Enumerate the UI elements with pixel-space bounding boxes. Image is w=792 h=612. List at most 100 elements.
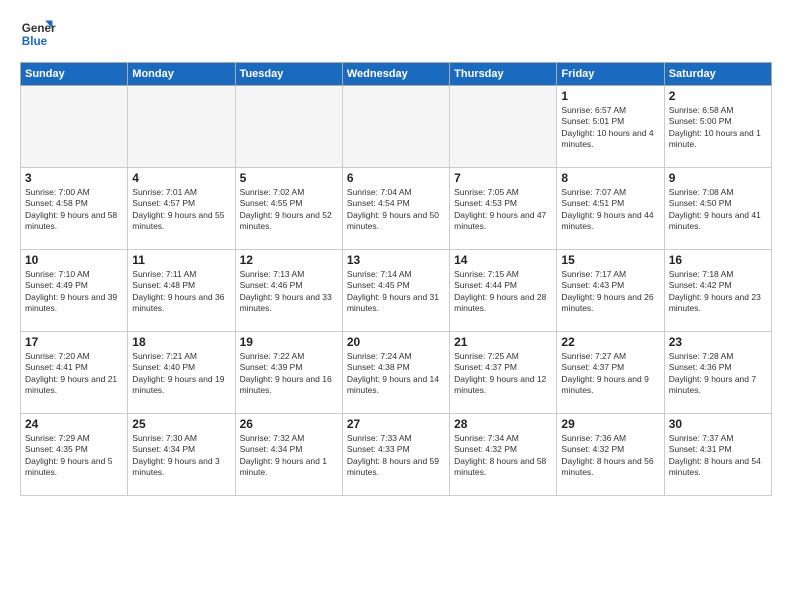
- day-number: 1: [561, 89, 659, 103]
- day-info: Sunrise: 7:15 AMSunset: 4:44 PMDaylight:…: [454, 269, 552, 315]
- weekday-header-row: SundayMondayTuesdayWednesdayThursdayFrid…: [21, 63, 772, 86]
- calendar-day-cell: 6Sunrise: 7:04 AMSunset: 4:54 PMDaylight…: [342, 168, 449, 250]
- day-number: 25: [132, 417, 230, 431]
- day-number: 28: [454, 417, 552, 431]
- day-info: Sunrise: 7:00 AMSunset: 4:58 PMDaylight:…: [25, 187, 123, 233]
- calendar-day-cell: 8 Sunrise: 7:07 AMSunset: 4:51 PMDaylight…: [557, 168, 664, 250]
- calendar-day-cell: [342, 86, 449, 168]
- calendar-week-row: 1 Sunrise: 6:57 AMSunset: 5:01 PMDaylight…: [21, 86, 772, 168]
- day-info: Sunrise: 7:21 AMSunset: 4:40 PMDaylight:…: [132, 351, 230, 397]
- day-info: Sunrise: 7:30 AMSunset: 4:34 PMDaylight:…: [132, 433, 230, 479]
- weekday-header: Friday: [557, 63, 664, 86]
- day-info: Sunrise: 7:02 AMSunset: 4:55 PMDaylight:…: [240, 187, 338, 233]
- day-number: 21: [454, 335, 552, 349]
- calendar-day-cell: 22Sunrise: 7:27 AMSunset: 4:37 PMDayligh…: [557, 332, 664, 414]
- calendar-day-cell: 5 Sunrise: 7:02 AMSunset: 4:55 PMDaylight…: [235, 168, 342, 250]
- day-info: Sunrise: 7:08 AMSunset: 4:50 PMDaylight:…: [669, 187, 767, 233]
- day-info: Sunrise: 7:25 AMSunset: 4:37 PMDaylight:…: [454, 351, 552, 397]
- day-info: Sunrise: 7:05 AMSunset: 4:53 PMDaylight:…: [454, 187, 552, 233]
- day-info: Sunrise: 7:37 AMSunset: 4:31 PMDaylight:…: [669, 433, 767, 479]
- day-number: 6: [347, 171, 445, 185]
- day-info: Sunrise: 7:32 AMSunset: 4:34 PMDaylight:…: [240, 433, 338, 479]
- day-number: 11: [132, 253, 230, 267]
- weekday-header: Tuesday: [235, 63, 342, 86]
- calendar-day-cell: 21 Sunrise: 7:25 AMSunset: 4:37 PMDayligh…: [450, 332, 557, 414]
- day-info: Sunrise: 7:28 AMSunset: 4:36 PMDaylight:…: [669, 351, 767, 397]
- day-info: Sunrise: 7:14 AMSunset: 4:45 PMDaylight:…: [347, 269, 445, 315]
- calendar-day-cell: 19Sunrise: 7:22 AMSunset: 4:39 PMDayligh…: [235, 332, 342, 414]
- logo: General Blue: [20, 16, 56, 52]
- day-number: 12: [240, 253, 338, 267]
- day-number: 16: [669, 253, 767, 267]
- day-number: 27: [347, 417, 445, 431]
- calendar-day-cell: 10 Sunrise: 7:10 AMSunset: 4:49 PMDayligh…: [21, 250, 128, 332]
- day-info: Sunrise: 7:17 AMSunset: 4:43 PMDaylight:…: [561, 269, 659, 315]
- svg-text:Blue: Blue: [22, 35, 48, 48]
- day-info: Sunrise: 7:33 AMSunset: 4:33 PMDaylight:…: [347, 433, 445, 479]
- day-number: 24: [25, 417, 123, 431]
- calendar-day-cell: 16 Sunrise: 7:18 AMSunset: 4:42 PMDayligh…: [664, 250, 771, 332]
- calendar-day-cell: 23 Sunrise: 7:28 AMSunset: 4:36 PMDayligh…: [664, 332, 771, 414]
- calendar-week-row: 3 Sunrise: 7:00 AMSunset: 4:58 PMDaylight…: [21, 168, 772, 250]
- calendar-day-cell: 15Sunrise: 7:17 AMSunset: 4:43 PMDayligh…: [557, 250, 664, 332]
- page-header: General Blue: [20, 16, 772, 52]
- day-number: 30: [669, 417, 767, 431]
- day-info: Sunrise: 7:29 AMSunset: 4:35 PMDaylight:…: [25, 433, 123, 479]
- day-number: 3: [25, 171, 123, 185]
- day-info: Sunrise: 7:10 AMSunset: 4:49 PMDaylight:…: [25, 269, 123, 315]
- weekday-header: Thursday: [450, 63, 557, 86]
- calendar-week-row: 17 Sunrise: 7:20 AMSunset: 4:41 PMDayligh…: [21, 332, 772, 414]
- day-number: 23: [669, 335, 767, 349]
- day-info: Sunrise: 7:20 AMSunset: 4:41 PMDaylight:…: [25, 351, 123, 397]
- day-number: 9: [669, 171, 767, 185]
- day-number: 8: [561, 171, 659, 185]
- day-info: Sunrise: 7:13 AMSunset: 4:46 PMDaylight:…: [240, 269, 338, 315]
- calendar-day-cell: 27 Sunrise: 7:33 AMSunset: 4:33 PMDayligh…: [342, 414, 449, 496]
- day-info: Sunrise: 7:18 AMSunset: 4:42 PMDaylight:…: [669, 269, 767, 315]
- day-info: Sunrise: 6:57 AMSunset: 5:01 PMDaylight:…: [561, 105, 659, 151]
- day-number: 13: [347, 253, 445, 267]
- day-info: Sunrise: 7:36 AMSunset: 4:32 PMDaylight:…: [561, 433, 659, 479]
- day-number: 26: [240, 417, 338, 431]
- day-info: Sunrise: 7:24 AMSunset: 4:38 PMDaylight:…: [347, 351, 445, 397]
- day-number: 14: [454, 253, 552, 267]
- calendar-day-cell: 1 Sunrise: 6:57 AMSunset: 5:01 PMDaylight…: [557, 86, 664, 168]
- calendar-week-row: 10 Sunrise: 7:10 AMSunset: 4:49 PMDayligh…: [21, 250, 772, 332]
- calendar-day-cell: 20 Sunrise: 7:24 AMSunset: 4:38 PMDayligh…: [342, 332, 449, 414]
- weekday-header: Wednesday: [342, 63, 449, 86]
- calendar-day-cell: 13 Sunrise: 7:14 AMSunset: 4:45 PMDayligh…: [342, 250, 449, 332]
- day-info: Sunrise: 7:11 AMSunset: 4:48 PMDaylight:…: [132, 269, 230, 315]
- day-number: 22: [561, 335, 659, 349]
- day-number: 20: [347, 335, 445, 349]
- calendar-day-cell: 17 Sunrise: 7:20 AMSunset: 4:41 PMDayligh…: [21, 332, 128, 414]
- calendar-day-cell: 9 Sunrise: 7:08 AMSunset: 4:50 PMDaylight…: [664, 168, 771, 250]
- calendar-day-cell: 2Sunrise: 6:58 AMSunset: 5:00 PMDaylight…: [664, 86, 771, 168]
- calendar-day-cell: 14 Sunrise: 7:15 AMSunset: 4:44 PMDayligh…: [450, 250, 557, 332]
- day-info: Sunrise: 7:01 AMSunset: 4:57 PMDaylight:…: [132, 187, 230, 233]
- calendar-day-cell: 4 Sunrise: 7:01 AMSunset: 4:57 PMDaylight…: [128, 168, 235, 250]
- calendar-week-row: 24 Sunrise: 7:29 AMSunset: 4:35 PMDayligh…: [21, 414, 772, 496]
- day-number: 5: [240, 171, 338, 185]
- day-info: Sunrise: 7:07 AMSunset: 4:51 PMDaylight:…: [561, 187, 659, 233]
- calendar-day-cell: 28Sunrise: 7:34 AMSunset: 4:32 PMDayligh…: [450, 414, 557, 496]
- calendar-day-cell: 12 Sunrise: 7:13 AMSunset: 4:46 PMDayligh…: [235, 250, 342, 332]
- calendar-day-cell: 30 Sunrise: 7:37 AMSunset: 4:31 PMDayligh…: [664, 414, 771, 496]
- calendar-table: SundayMondayTuesdayWednesdayThursdayFrid…: [20, 62, 772, 496]
- day-number: 4: [132, 171, 230, 185]
- calendar-day-cell: 7 Sunrise: 7:05 AMSunset: 4:53 PMDaylight…: [450, 168, 557, 250]
- day-info: Sunrise: 6:58 AMSunset: 5:00 PMDaylight:…: [669, 105, 767, 151]
- calendar-day-cell: 24 Sunrise: 7:29 AMSunset: 4:35 PMDayligh…: [21, 414, 128, 496]
- calendar-day-cell: 3 Sunrise: 7:00 AMSunset: 4:58 PMDaylight…: [21, 168, 128, 250]
- calendar-day-cell: 29 Sunrise: 7:36 AMSunset: 4:32 PMDayligh…: [557, 414, 664, 496]
- calendar-day-cell: [21, 86, 128, 168]
- day-number: 18: [132, 335, 230, 349]
- calendar-day-cell: 26 Sunrise: 7:32 AMSunset: 4:34 PMDayligh…: [235, 414, 342, 496]
- weekday-header: Sunday: [21, 63, 128, 86]
- calendar-day-cell: 11 Sunrise: 7:11 AMSunset: 4:48 PMDayligh…: [128, 250, 235, 332]
- day-number: 17: [25, 335, 123, 349]
- day-number: 29: [561, 417, 659, 431]
- calendar-day-cell: [450, 86, 557, 168]
- day-number: 10: [25, 253, 123, 267]
- day-number: 7: [454, 171, 552, 185]
- calendar-day-cell: [235, 86, 342, 168]
